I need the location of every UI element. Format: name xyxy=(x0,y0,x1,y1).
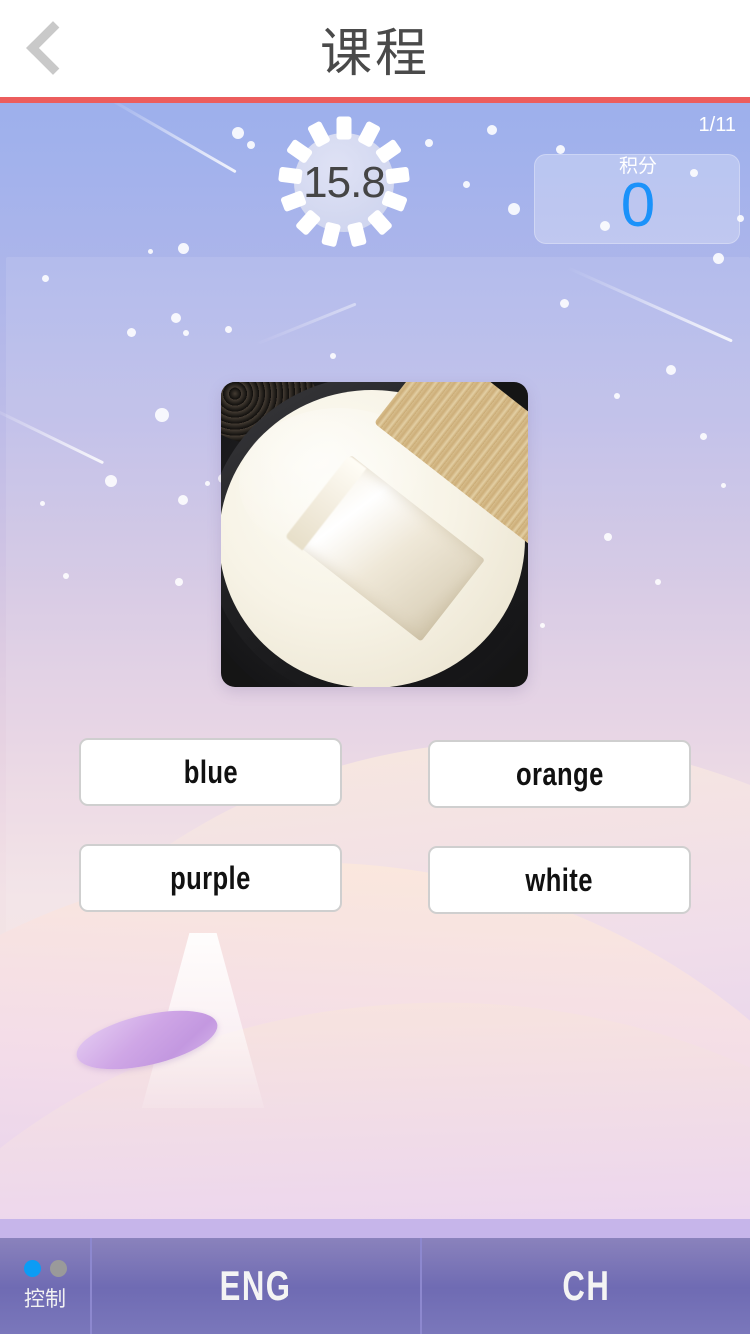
score-box: 积分 0 xyxy=(534,154,740,244)
prompt-image[interactable] xyxy=(221,382,528,687)
answer-option-label: purple xyxy=(170,859,251,896)
tab-eng-label: ENG xyxy=(220,1262,292,1309)
control-indicator-dots xyxy=(23,1259,67,1277)
answer-option-2[interactable]: purple xyxy=(79,844,342,912)
app-header: 课程 xyxy=(0,0,750,97)
timer-segment xyxy=(278,166,303,185)
tab-eng[interactable]: ENG xyxy=(92,1238,420,1334)
timer-value: 15.8 xyxy=(303,157,386,207)
indicator-dot-inactive xyxy=(49,1259,67,1277)
timer-segment xyxy=(336,116,352,140)
answer-option-label: white xyxy=(525,861,594,898)
answer-option-3[interactable]: white xyxy=(428,846,691,914)
countdown-timer: 15.8 xyxy=(275,116,413,248)
answer-option-1[interactable]: orange xyxy=(428,740,691,808)
tab-ch-label: CH xyxy=(562,1262,610,1309)
page-title: 课程 xyxy=(319,25,430,83)
answer-option-label: blue xyxy=(183,753,238,790)
indicator-dot-active xyxy=(23,1259,41,1277)
answer-option-label: orange xyxy=(515,755,604,792)
quiz-screen: 课程 blue orange purple white 15.8 1/11 积分… xyxy=(0,0,750,1334)
question-progress: 1/11 xyxy=(698,114,736,136)
bottom-bar: 控制 ENG CH xyxy=(0,1238,750,1334)
header-divider xyxy=(0,97,750,103)
control-button[interactable]: 控制 xyxy=(0,1238,92,1334)
tab-ch[interactable]: CH xyxy=(420,1238,750,1334)
control-button-label: 控制 xyxy=(24,1287,66,1311)
score-value: 0 xyxy=(620,171,656,240)
timer-segment xyxy=(385,166,410,185)
bottom-bar-strip xyxy=(0,1219,750,1238)
answer-option-0[interactable]: blue xyxy=(79,738,342,806)
